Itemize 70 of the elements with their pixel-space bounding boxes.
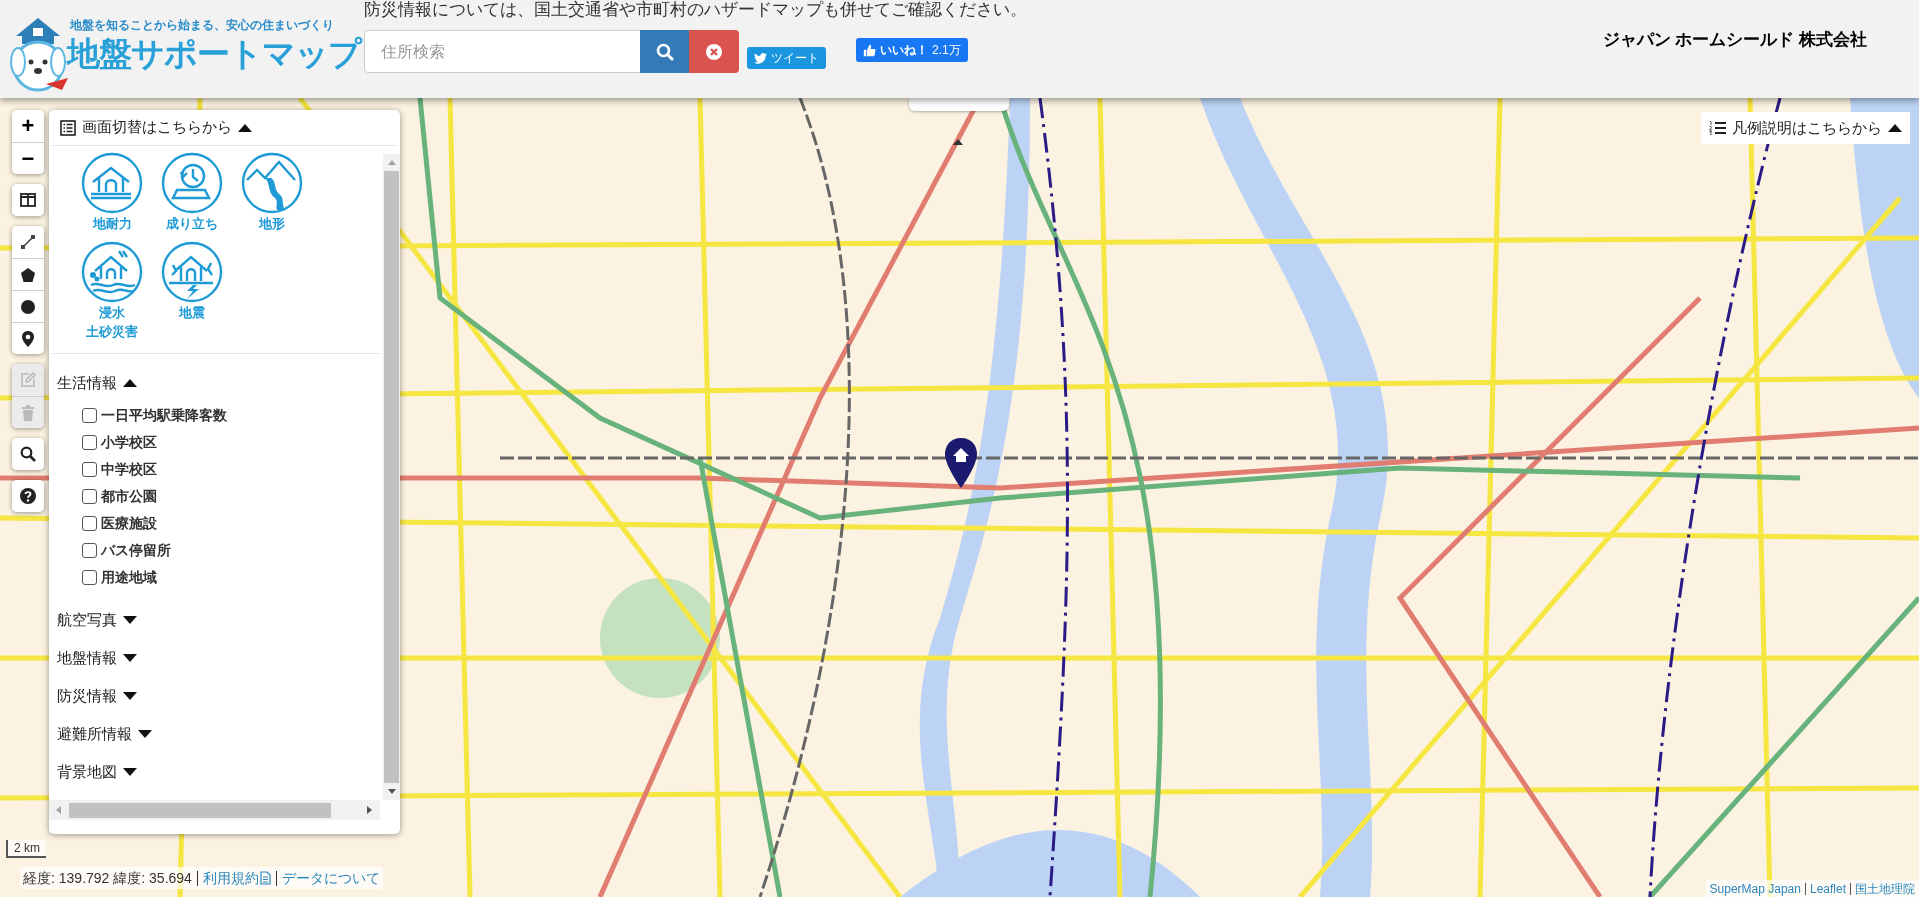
layer-checkbox[interactable]: バス停留所	[82, 537, 383, 564]
caret-up-icon	[953, 139, 963, 145]
scroll-left-icon	[56, 806, 61, 814]
home-map-marker-icon	[944, 438, 978, 488]
attribution-link[interactable]: Leaflet	[1809, 879, 1846, 897]
site-logo-text: 地盤サポートマップ	[67, 34, 361, 74]
terrain-mode-icon	[241, 152, 303, 214]
layer-checkbox[interactable]: 小学校区	[82, 429, 383, 456]
drawer-handle[interactable]	[909, 98, 1009, 111]
layer-checkbox[interactable]: 用途地域	[82, 564, 383, 591]
attribution-link[interactable]: 国土地理院	[1855, 879, 1915, 897]
company-name: ジャパン ホームシールド 株式会社	[1602, 29, 1867, 51]
list-icon	[60, 119, 76, 136]
section-toggle[interactable]: 地盤情報	[57, 639, 383, 677]
circle-tool-button[interactable]	[12, 290, 44, 322]
line-tool-button[interactable]	[12, 226, 44, 258]
circle-icon	[20, 298, 36, 315]
thumbs-up-icon	[863, 43, 876, 57]
numbered-list-icon	[1709, 121, 1726, 135]
footer-link[interactable]: 利用規約	[202, 867, 271, 889]
bird-icon	[754, 52, 767, 64]
layer-checkbox[interactable]: 中学校区	[82, 456, 383, 483]
close-icon	[706, 43, 722, 60]
history-mode-icon	[161, 152, 223, 214]
layer-checkbox[interactable]: 医療施設	[82, 510, 383, 537]
tagline: 地盤を知ることから始まる、安心の住まいづくり	[70, 17, 334, 34]
trash-icon	[20, 404, 36, 421]
search-icon	[655, 42, 674, 61]
search-field[interactable]: 住所検索	[364, 30, 641, 73]
help-icon	[20, 488, 36, 504]
attribution-link[interactable]: SuperMap Japan	[1709, 879, 1801, 897]
scrollbar-thumb[interactable]	[384, 171, 399, 783]
vertical-scrollbar[interactable]	[383, 154, 400, 800]
section-toggle[interactable]: 生活情報	[57, 364, 383, 402]
notice-text: 防災情報については、国土交通省や市町村のハザードマップも併せてご確認ください。	[364, 0, 1027, 20]
horizontal-scrollbar[interactable]	[49, 800, 380, 820]
scroll-up-icon	[387, 160, 396, 165]
polygon-tool-button[interactable]	[12, 258, 44, 290]
coordinates-text: 経度: 139.792 緯度: 35.694	[23, 868, 192, 888]
flood-mode-icon	[81, 241, 143, 303]
pentagon-icon	[20, 266, 36, 283]
section-toggle[interactable]: 避難所情報	[57, 715, 383, 753]
caret-up-icon	[1888, 124, 1902, 132]
search-button[interactable]	[640, 30, 689, 73]
bearing-mode-icon	[81, 152, 143, 214]
search-icon	[20, 446, 36, 462]
scroll-down-icon	[387, 789, 396, 794]
map-pin-icon	[20, 330, 36, 347]
scale-bar: 2 km	[6, 840, 46, 858]
like-button[interactable]: いいね！ 2.1万	[856, 38, 968, 62]
layer-checkbox[interactable]: 一日平均駅乗降客数	[82, 402, 383, 429]
legend-toggle[interactable]: 凡例説明はこちらから	[1701, 112, 1910, 144]
line-icon	[20, 234, 36, 250]
section-toggle[interactable]: 航空写真	[57, 601, 383, 639]
footer-link[interactable]: データについて	[281, 867, 380, 889]
panel-toggle[interactable]: 画面切替はこちらから	[52, 110, 397, 146]
search-tool-button[interactable]	[12, 438, 44, 470]
marker-tool-button[interactable]	[12, 322, 44, 354]
scroll-right-icon	[367, 806, 372, 814]
quake-mode-icon	[161, 241, 223, 303]
help-tool-button[interactable]	[12, 480, 44, 512]
edit-icon	[20, 372, 36, 388]
clear-button[interactable]	[689, 30, 739, 73]
section-toggle[interactable]: 防災情報	[57, 677, 383, 715]
layer-checkbox[interactable]: 都市公園	[82, 483, 383, 510]
section-toggle[interactable]: 背景地図	[57, 753, 383, 791]
split-tool-button[interactable]	[12, 184, 44, 216]
split-view-icon	[20, 192, 36, 208]
document-icon	[259, 871, 271, 885]
scrollbar-thumb[interactable]	[69, 802, 331, 818]
